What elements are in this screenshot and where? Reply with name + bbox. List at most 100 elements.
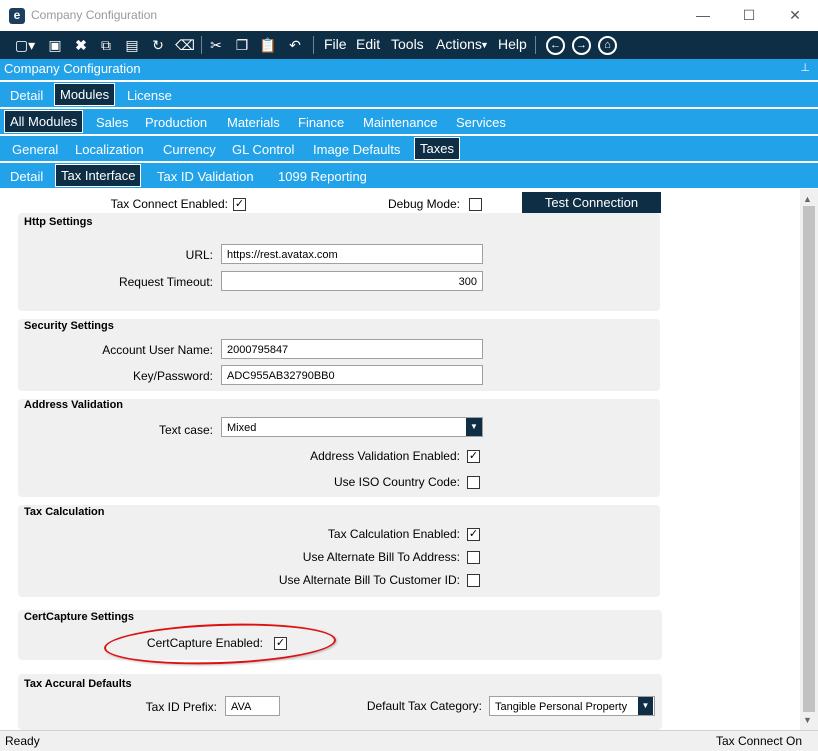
- tab-general[interactable]: General: [7, 139, 63, 160]
- use-iso-country-code-checkbox[interactable]: [467, 476, 480, 489]
- scroll-up-icon[interactable]: ▲: [803, 194, 812, 204]
- tab-finance[interactable]: Finance: [293, 112, 349, 133]
- toolbar-separator: [535, 36, 536, 54]
- refresh-icon[interactable]: ↻: [148, 34, 168, 56]
- tab-all-modules[interactable]: All Modules: [4, 110, 84, 133]
- scroll-down-icon[interactable]: ▼: [803, 715, 812, 725]
- tab-detail[interactable]: Detail: [5, 85, 48, 106]
- status-bar: Ready Tax Connect On: [0, 730, 818, 751]
- tab-services[interactable]: Services: [451, 112, 511, 133]
- tax-calculation-enabled-label: Tax Calculation Enabled:: [327, 527, 460, 541]
- debug-mode-label: Debug Mode:: [387, 197, 460, 211]
- test-connection-button[interactable]: Test Connection: [522, 192, 661, 213]
- tab-taxes[interactable]: Taxes: [414, 137, 460, 160]
- use-alternate-bill-to-address-label: Use Alternate Bill To Address:: [302, 550, 460, 564]
- menu-actions-caret-icon: ▼: [480, 40, 489, 50]
- tax-calculation-title: Tax Calculation: [24, 506, 105, 518]
- close-icon[interactable]: ✕: [772, 0, 818, 31]
- undo-icon[interactable]: ↶: [285, 34, 305, 56]
- menu-edit[interactable]: Edit: [356, 36, 380, 52]
- attachment-icon[interactable]: ▤: [122, 34, 142, 56]
- address-validation-enabled-label: Address Validation Enabled:: [310, 449, 460, 463]
- tab-currency[interactable]: Currency: [158, 139, 221, 160]
- save-icon[interactable]: ▣: [45, 34, 65, 56]
- copy-icon[interactable]: ❐: [232, 34, 252, 56]
- tab-image-defaults[interactable]: Image Defaults: [308, 139, 405, 160]
- toolbar-separator: [201, 36, 202, 54]
- use-alternate-bill-to-customer-id-checkbox[interactable]: [467, 574, 480, 587]
- status-ready: Ready: [5, 734, 40, 748]
- clear-icon[interactable]: ⌫: [175, 34, 195, 56]
- pin-icon[interactable]: ⊥: [800, 61, 810, 74]
- tabs-level-2: All Modules Sales Production Materials F…: [0, 109, 818, 134]
- forward-icon[interactable]: →: [572, 36, 591, 55]
- address-validation-enabled-checkbox[interactable]: ✓: [467, 450, 480, 463]
- tab-detail-sub[interactable]: Detail: [5, 166, 48, 187]
- menu-file[interactable]: File: [324, 36, 347, 52]
- home-icon[interactable]: ⌂: [598, 36, 617, 55]
- default-tax-category-label: Default Tax Category:: [366, 699, 482, 713]
- book-icon[interactable]: ⧉: [96, 34, 116, 56]
- default-tax-category-select[interactable]: Tangible Personal Property: [489, 696, 655, 716]
- account-user-name-input[interactable]: 2000795847: [221, 339, 483, 359]
- tax-calculation-enabled-checkbox[interactable]: ✓: [467, 528, 480, 541]
- tab-materials[interactable]: Materials: [222, 112, 285, 133]
- delete-icon[interactable]: ✖: [71, 34, 91, 56]
- panel-title: Company Configuration: [4, 61, 141, 76]
- certcapture-settings-title: CertCapture Settings: [24, 611, 135, 623]
- tab-production[interactable]: Production: [140, 112, 212, 133]
- tab-1099-reporting[interactable]: 1099 Reporting: [273, 166, 372, 187]
- tax-accrual-defaults-title: Tax Accural Defaults: [24, 678, 132, 690]
- tabs-level-3: General Localization Currency GL Control…: [0, 136, 818, 161]
- tab-localization[interactable]: Localization: [70, 139, 149, 160]
- status-tax-connect: Tax Connect On: [715, 734, 802, 748]
- request-timeout-input[interactable]: 300: [221, 271, 483, 291]
- tax-connect-checkbox[interactable]: ✓: [233, 198, 246, 211]
- maximize-icon[interactable]: ☐: [726, 0, 772, 31]
- minimize-icon[interactable]: —: [680, 0, 726, 31]
- toolbar: ▢▾ ▣ ✖ ⧉ ▤ ↻ ⌫ ✂ ❐ 📋 ↶ File Edit Tools A…: [0, 31, 818, 59]
- menu-actions[interactable]: Actions: [436, 36, 482, 52]
- menu-tools[interactable]: Tools: [391, 36, 424, 52]
- tab-maintenance[interactable]: Maintenance: [358, 112, 442, 133]
- debug-mode-checkbox[interactable]: [469, 198, 482, 211]
- tab-gl-control[interactable]: GL Control: [227, 139, 299, 160]
- request-timeout-label: Request Timeout:: [118, 275, 213, 289]
- panel-header: Company Configuration ⊥: [0, 59, 818, 80]
- back-icon[interactable]: ←: [546, 36, 565, 55]
- tab-tax-id-validation[interactable]: Tax ID Validation: [152, 166, 259, 187]
- tab-modules[interactable]: Modules: [54, 83, 116, 106]
- cut-icon[interactable]: ✂: [206, 34, 226, 56]
- title-bar: e Company Configuration — ☐ ✕: [0, 0, 818, 32]
- app-logo-icon: e: [9, 8, 25, 24]
- use-alternate-bill-to-address-checkbox[interactable]: [467, 551, 480, 564]
- paste-icon[interactable]: 📋: [258, 34, 278, 56]
- toolbar-separator: [313, 36, 314, 54]
- use-alternate-bill-to-customer-id-label: Use Alternate Bill To Customer ID:: [278, 573, 460, 587]
- security-settings-title: Security Settings: [24, 320, 114, 332]
- http-settings-title: Http Settings: [24, 216, 93, 228]
- window-title: Company Configuration: [31, 8, 158, 22]
- url-label: URL:: [185, 248, 213, 262]
- tab-license[interactable]: License: [122, 85, 177, 106]
- new-icon[interactable]: ▢▾: [12, 34, 38, 56]
- use-iso-country-code-label: Use ISO Country Code:: [333, 475, 460, 489]
- tabs-level-4: Detail Tax Interface Tax ID Validation 1…: [0, 163, 818, 188]
- text-case-dropdown-icon[interactable]: ▼: [466, 418, 482, 436]
- text-case-select[interactable]: Mixed: [221, 417, 483, 437]
- menu-help[interactable]: Help: [498, 36, 527, 52]
- default-tax-category-dropdown-icon[interactable]: ▼: [638, 697, 653, 715]
- tax-id-prefix-label: Tax ID Prefix:: [145, 700, 217, 714]
- account-user-name-label: Account User Name:: [102, 343, 213, 357]
- tax-connect-label: Tax Connect Enabled:: [110, 197, 228, 211]
- tax-id-prefix-input[interactable]: AVA: [225, 696, 280, 716]
- address-validation-title: Address Validation: [24, 399, 124, 411]
- text-case-label: Text case:: [158, 423, 213, 437]
- key-password-label: Key/Password:: [132, 369, 213, 383]
- scroll-thumb[interactable]: [803, 206, 815, 712]
- tab-sales[interactable]: Sales: [91, 112, 134, 133]
- key-password-input[interactable]: ADC955AB32790BB0: [221, 365, 483, 385]
- tabs-level-1: Detail Modules License: [0, 82, 818, 107]
- tab-tax-interface[interactable]: Tax Interface: [55, 164, 142, 187]
- url-input[interactable]: https://rest.avatax.com: [221, 244, 483, 264]
